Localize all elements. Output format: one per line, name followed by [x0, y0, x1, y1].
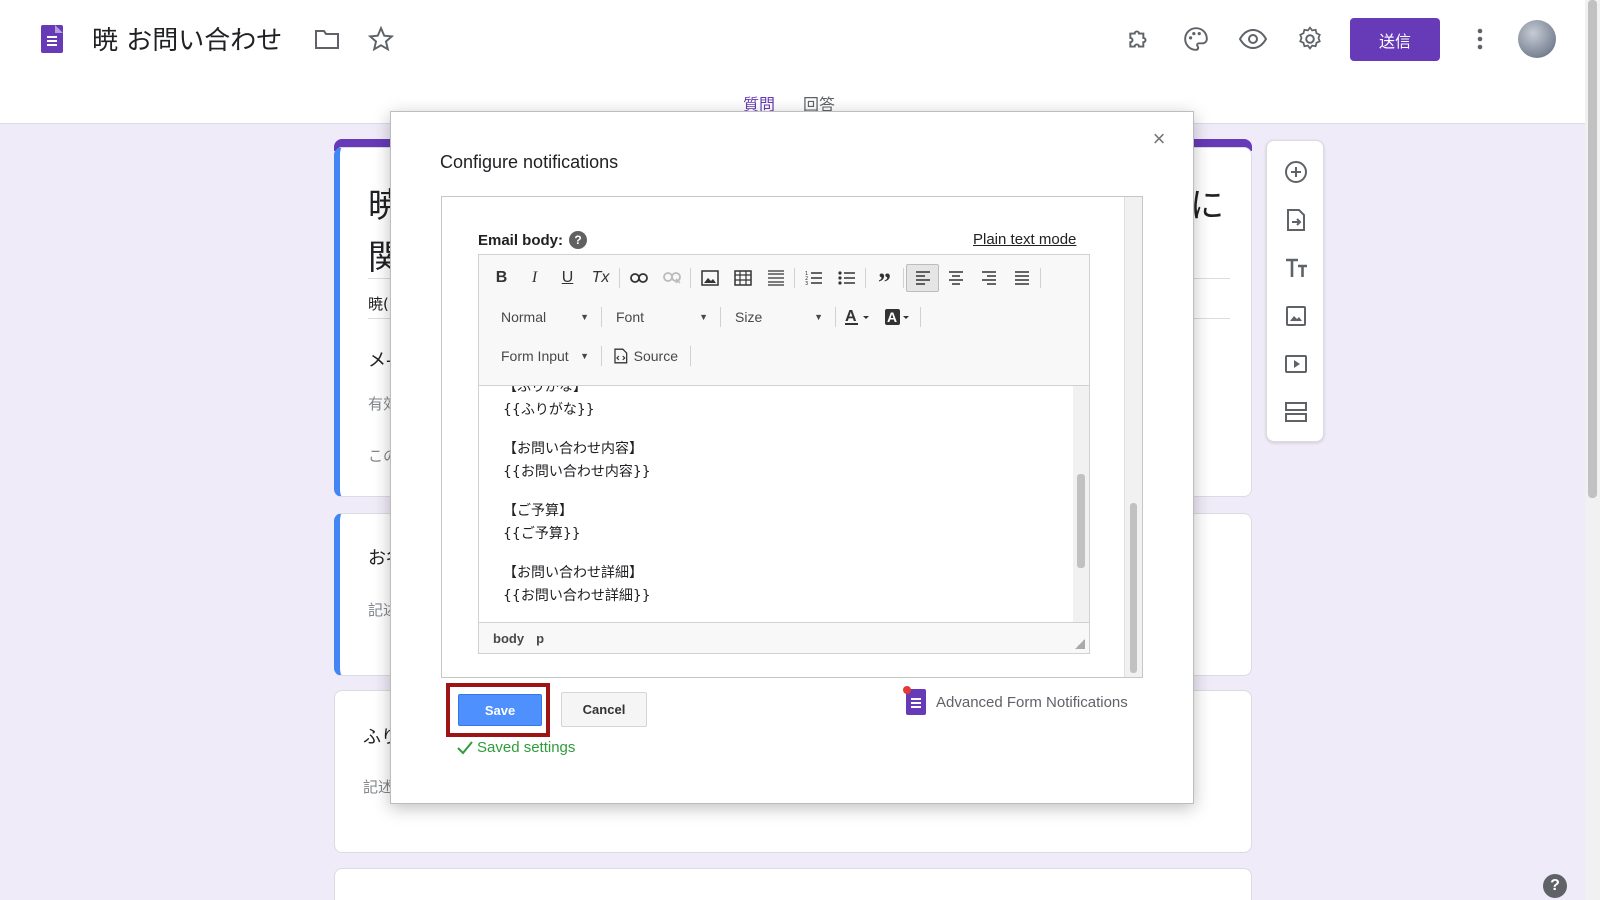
svg-text:A: A	[845, 308, 857, 325]
link-icon[interactable]	[622, 264, 655, 292]
form-side-toolbar	[1266, 140, 1324, 442]
question-furigana-sub: 記述	[363, 778, 394, 796]
font-select[interactable]: Font ▼	[604, 303, 718, 331]
numbered-list-icon[interactable]: 123	[797, 264, 830, 292]
size-select[interactable]: Size ▼	[723, 303, 833, 331]
save-highlight-frame: Save	[446, 683, 550, 737]
horizontal-line-icon[interactable]	[759, 264, 792, 292]
resize-handle-icon[interactable]	[1075, 639, 1085, 649]
advanced-form-notifications-icon	[903, 686, 926, 715]
body-line: 【ご予算】	[503, 503, 573, 519]
svg-text:A: A	[887, 309, 897, 325]
align-right-icon[interactable]	[972, 264, 1005, 292]
forms-doc-icon[interactable]	[41, 25, 63, 53]
font-select-label: Font	[616, 309, 645, 325]
folder-icon[interactable]	[312, 24, 342, 54]
body-line: 【ふりがな】	[503, 385, 587, 395]
text-color-icon[interactable]: A	[838, 303, 878, 331]
form-input-label: Form Input	[501, 348, 569, 364]
panel-scrollbar[interactable]	[1124, 197, 1142, 677]
underline-button[interactable]: U	[551, 264, 584, 292]
editor-element-path: body p	[479, 622, 1089, 653]
size-select-label: Size	[735, 309, 763, 325]
chevron-down-icon: ▼	[580, 312, 589, 322]
chevron-down-icon: ▼	[699, 312, 708, 322]
path-p[interactable]: p	[536, 631, 544, 646]
settings-gear-icon[interactable]	[1295, 24, 1325, 54]
rich-text-editor: B I U Tx 1 2 3 ” Normal ▼ Font ▼ Size ▼ …	[478, 254, 1090, 654]
body-line: {{ふりがな}}	[503, 402, 595, 418]
insert-table-icon[interactable]	[726, 264, 759, 292]
add-video-icon[interactable]	[1283, 351, 1309, 377]
body-line: 【お問い合わせ内容】	[503, 441, 643, 457]
add-image-icon[interactable]	[1283, 303, 1309, 329]
dialog-title: Configure notifications	[440, 152, 619, 172]
help-icon[interactable]: ?	[1543, 874, 1567, 898]
configure-notifications-dialog: × Configure notifications Email body: ? …	[390, 111, 1194, 804]
email-body-label-text: Email body:	[478, 231, 564, 249]
help-question-icon[interactable]: ?	[569, 231, 588, 249]
form-input-select[interactable]: Form Input ▼	[479, 342, 599, 370]
align-left-icon[interactable]	[906, 264, 939, 292]
plain-text-mode-link[interactable]: Plain text mode	[973, 231, 1076, 248]
add-question-icon[interactable]	[1283, 159, 1309, 185]
palette-icon[interactable]	[1181, 24, 1211, 54]
cancel-button[interactable]: Cancel	[561, 692, 647, 727]
bold-button[interactable]: B	[485, 264, 518, 292]
form-description-fragment: 暁(	[368, 295, 389, 313]
question-card-next[interactable]	[334, 868, 1252, 900]
form-title-tail: に	[1190, 186, 1224, 226]
star-icon[interactable]	[366, 24, 396, 54]
check-icon	[457, 740, 473, 754]
document-title[interactable]: 暁 お問い合わせ	[92, 20, 282, 57]
import-questions-icon[interactable]	[1283, 207, 1309, 233]
body-line: {{お問い合わせ詳細}}	[503, 588, 651, 604]
align-center-icon[interactable]	[939, 264, 972, 292]
add-title-icon[interactable]	[1283, 255, 1309, 281]
app-header: 暁 お問い合わせ 送信 質問 回答	[0, 0, 1585, 124]
align-justify-icon[interactable]	[1005, 264, 1038, 292]
send-button[interactable]: 送信	[1350, 18, 1440, 61]
question-email-fragment: メ-	[368, 350, 393, 371]
remove-format-button[interactable]: Tx	[584, 264, 617, 292]
saved-message: Saved settings	[477, 739, 576, 756]
body-line: {{ご予算}}	[503, 526, 581, 542]
editor-scrollbar[interactable]	[1073, 385, 1089, 622]
addons-puzzle-icon[interactable]	[1124, 24, 1154, 54]
editor-toolbar-row-2: Normal ▼ Font ▼ Size ▼ A A	[479, 298, 923, 336]
save-button[interactable]: Save	[458, 694, 542, 726]
close-icon[interactable]: ×	[1148, 128, 1170, 150]
svg-text:3: 3	[805, 281, 808, 286]
page-scrollbar[interactable]	[1585, 0, 1600, 900]
addon-branding: Advanced Form Notifications	[903, 686, 1128, 715]
email-body-label: Email body: ?	[478, 231, 588, 249]
body-line: {{お問い合わせ内容}}	[503, 464, 651, 480]
unlink-icon	[655, 264, 688, 292]
format-select[interactable]: Normal ▼	[479, 303, 599, 331]
insert-image-icon[interactable]	[693, 264, 726, 292]
editor-toolbar-row-3: Form Input ▼ Source	[479, 337, 693, 375]
chevron-down-icon: ▼	[814, 312, 823, 322]
dialog-content-panel: Email body: ? Plain text mode B I U Tx 1…	[441, 196, 1143, 678]
saved-status: Saved settings	[457, 739, 575, 756]
source-label: Source	[633, 348, 678, 364]
italic-button[interactable]: I	[518, 264, 551, 292]
source-button[interactable]: Source	[604, 342, 688, 370]
email-body-editor-area[interactable]: 【ふりがな】 {{ふりがな}} 【お問い合わせ内容】 {{お問い合わせ内容}} …	[479, 385, 1073, 622]
chevron-down-icon: ▼	[580, 351, 589, 361]
preview-eye-icon[interactable]	[1238, 24, 1268, 54]
source-icon	[614, 348, 628, 364]
background-color-icon[interactable]: A	[878, 303, 918, 331]
more-vert-icon[interactable]	[1465, 24, 1495, 54]
format-select-label: Normal	[501, 309, 547, 325]
bulleted-list-icon[interactable]	[830, 264, 863, 292]
editor-toolbar-row-1: B I U Tx 1 2 3 ”	[485, 259, 1043, 297]
body-line: 【お問い合わせ詳細】	[503, 565, 643, 581]
blockquote-icon[interactable]: ”	[868, 264, 901, 297]
addon-name: Advanced Form Notifications	[936, 693, 1128, 711]
add-section-icon[interactable]	[1283, 399, 1309, 425]
path-body[interactable]: body	[493, 631, 524, 646]
user-avatar[interactable]	[1518, 20, 1556, 58]
